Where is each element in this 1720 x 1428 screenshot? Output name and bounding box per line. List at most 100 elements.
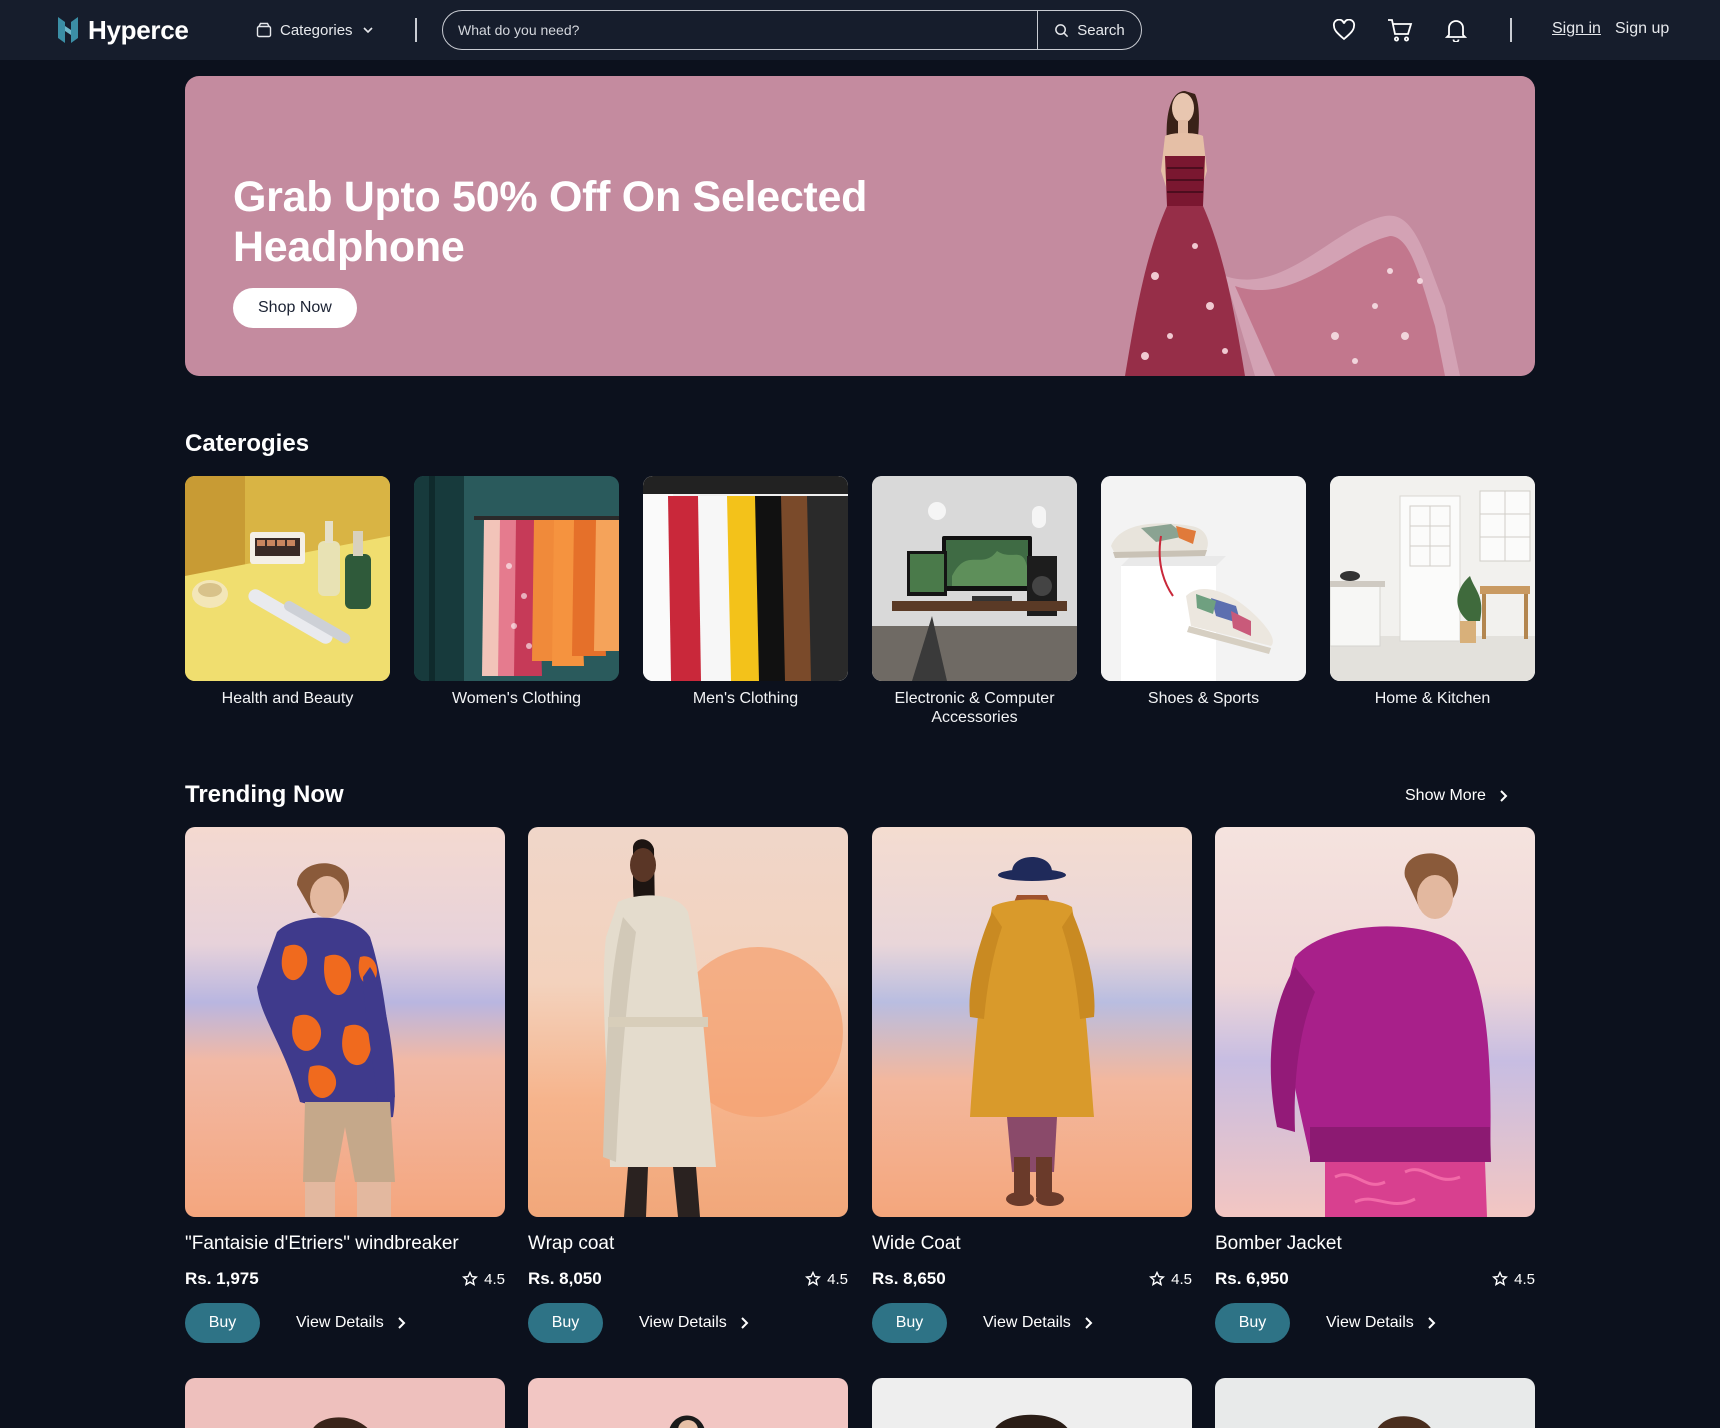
- product-card: Wrap coat Rs. 8,050 4.5 Buy View Details: [528, 827, 848, 1343]
- category-image-home-kitchen: [1330, 476, 1535, 681]
- bell-icon: [1445, 20, 1467, 42]
- category-image-mens-clothing: [643, 476, 848, 681]
- hero-title: Grab Upto 50% Off On Selected Headphone: [233, 173, 868, 271]
- product-name: Wide Coat: [872, 1233, 961, 1254]
- buy-button[interactable]: Buy: [872, 1303, 947, 1343]
- cart-icon: [1388, 19, 1413, 42]
- category-card-mens-clothing[interactable]: Men's Clothing: [643, 476, 848, 708]
- shop-now-button[interactable]: Shop Now: [233, 288, 357, 328]
- category-card-electronics[interactable]: Electronic & Computer Accessories: [872, 476, 1077, 727]
- hero-model-image: [1125, 91, 1460, 376]
- category-label: Women's Clothing: [451, 690, 582, 707]
- product-meta: Rs. 8,650 4.5: [872, 1269, 1192, 1289]
- store-icon: [256, 22, 272, 38]
- wishlist-button[interactable]: [1330, 16, 1358, 44]
- sign-up-link[interactable]: Sign up: [1615, 20, 1669, 38]
- rating-value: 4.5: [484, 1270, 505, 1288]
- product-card: Wide Coat Rs. 8,650 4.5 Buy View Details: [872, 827, 1192, 1343]
- product-actions: Buy View Details: [528, 1303, 848, 1343]
- star-icon: [1492, 1271, 1509, 1286]
- product-image[interactable]: [872, 827, 1192, 1217]
- buy-button[interactable]: Buy: [1215, 1303, 1290, 1343]
- product-actions: Buy View Details: [185, 1303, 505, 1343]
- view-details-link[interactable]: View Details: [983, 1314, 1093, 1332]
- view-details-label: View Details: [1326, 1314, 1414, 1331]
- heart-icon: [1332, 19, 1356, 41]
- product-image[interactable]: [185, 827, 505, 1217]
- product-price: Rs. 6,950: [1215, 1269, 1289, 1288]
- product-image-partial[interactable]: [1215, 1378, 1535, 1428]
- product-name: Wrap coat: [528, 1233, 615, 1254]
- category-label: Shoes & Sports: [1147, 690, 1260, 707]
- product-meta: Rs. 6,950 4.5: [1215, 1269, 1535, 1289]
- header-divider: [415, 18, 417, 42]
- chevron-right-icon: [1085, 1317, 1093, 1329]
- view-details-link[interactable]: View Details: [639, 1314, 749, 1332]
- show-more-label: Show More: [1405, 787, 1486, 804]
- product-price: Rs. 8,650: [872, 1269, 946, 1288]
- product-name: "Fantaisie d'Etriers" windbreaker: [185, 1233, 459, 1254]
- star-icon: [462, 1271, 479, 1286]
- category-card-home-kitchen[interactable]: Home & Kitchen: [1330, 476, 1535, 708]
- product-image-partial[interactable]: [528, 1378, 848, 1428]
- rating-value: 4.5: [1171, 1270, 1192, 1288]
- product-image[interactable]: [528, 827, 848, 1217]
- search-button-label: Search: [1077, 21, 1125, 39]
- buy-button[interactable]: Buy: [528, 1303, 603, 1343]
- view-details-link[interactable]: View Details: [1326, 1314, 1436, 1332]
- categories-label: Categories: [280, 21, 353, 39]
- category-label: Health and Beauty: [221, 690, 354, 707]
- product-actions: Buy View Details: [872, 1303, 1192, 1343]
- view-details-label: View Details: [639, 1314, 727, 1331]
- category-label: Home & Kitchen: [1374, 690, 1491, 707]
- chevron-right-icon: [398, 1317, 406, 1329]
- search-bar: Search: [442, 10, 1142, 50]
- product-card: Bomber Jacket Rs. 6,950 4.5 Buy View Det…: [1215, 827, 1535, 1343]
- product-image-partial[interactable]: [185, 1378, 505, 1428]
- cart-button[interactable]: [1386, 16, 1414, 44]
- product-price: Rs. 1,975: [185, 1269, 259, 1288]
- category-card-womens-clothing[interactable]: Women's Clothing: [414, 476, 619, 708]
- chevron-down-icon: [362, 27, 373, 34]
- product-name: Bomber Jacket: [1215, 1233, 1342, 1254]
- category-image-womens-clothing: [414, 476, 619, 681]
- view-details-link[interactable]: View Details: [296, 1314, 406, 1332]
- product-image-partial[interactable]: [872, 1378, 1192, 1428]
- top-navigation-bar: Hyperce Categories Search: [0, 0, 1720, 60]
- product-image[interactable]: [1215, 827, 1535, 1217]
- category-image-health-beauty: [185, 476, 390, 681]
- product-rating: 4.5: [805, 1271, 848, 1288]
- hero-banner: Grab Upto 50% Off On Selected Headphone …: [185, 76, 1535, 376]
- view-details-label: View Details: [296, 1314, 384, 1331]
- product-rating: 4.5: [1492, 1271, 1535, 1288]
- category-label: Electronic & Computer Accessories: [894, 690, 1055, 726]
- product-meta: Rs. 8,050 4.5: [528, 1269, 848, 1289]
- product-card: "Fantaisie d'Etriers" windbreaker Rs. 1,…: [185, 827, 505, 1343]
- notifications-button[interactable]: [1442, 16, 1470, 44]
- show-more-link[interactable]: Show More: [1405, 784, 1508, 808]
- search-button[interactable]: Search: [1037, 11, 1141, 49]
- category-card-health-beauty[interactable]: Health and Beauty: [185, 476, 390, 708]
- product-rating: 4.5: [462, 1271, 505, 1288]
- category-label: Men's Clothing: [692, 690, 799, 707]
- product-actions: Buy View Details: [1215, 1303, 1535, 1343]
- star-icon: [1149, 1271, 1166, 1286]
- trending-section-title: Trending Now: [185, 781, 344, 808]
- categories-section-title: Caterogies: [185, 430, 310, 457]
- product-price: Rs. 8,050: [528, 1269, 602, 1288]
- categories-dropdown[interactable]: Categories: [256, 18, 375, 42]
- category-image-shoes-sports: [1101, 476, 1306, 681]
- search-icon: [1055, 23, 1069, 37]
- rating-value: 4.5: [1514, 1270, 1535, 1288]
- hyperce-logo-icon: [58, 17, 78, 43]
- search-input[interactable]: [443, 11, 1037, 49]
- chevron-right-icon: [1428, 1317, 1436, 1329]
- product-rating: 4.5: [1149, 1271, 1192, 1288]
- rating-value: 4.5: [827, 1270, 848, 1288]
- buy-button[interactable]: Buy: [185, 1303, 260, 1343]
- brand-name: Hyperce: [88, 14, 189, 45]
- brand-logo[interactable]: Hyperce: [56, 14, 189, 46]
- view-details-label: View Details: [983, 1314, 1071, 1331]
- sign-in-link[interactable]: Sign in: [1552, 20, 1601, 38]
- category-card-shoes-sports[interactable]: Shoes & Sports: [1101, 476, 1306, 708]
